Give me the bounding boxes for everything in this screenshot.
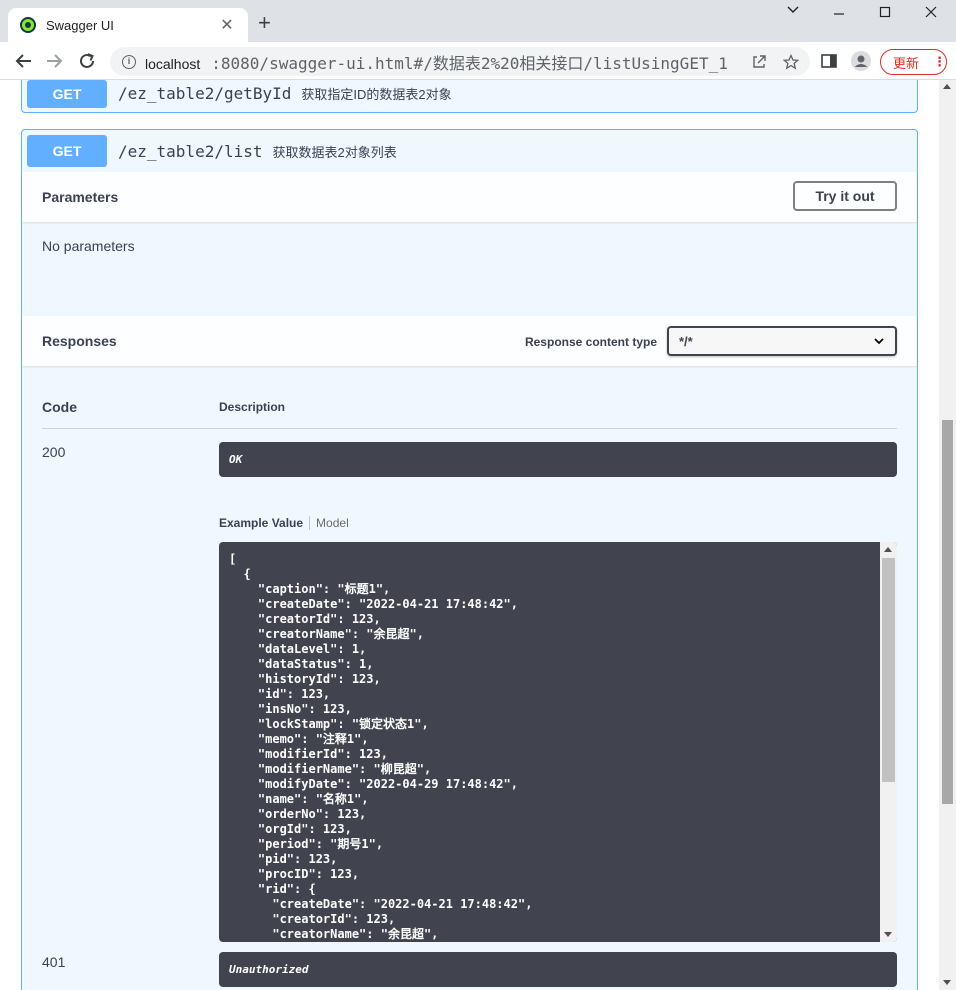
method-badge: GET xyxy=(27,80,107,108)
tab-model[interactable]: Model xyxy=(310,516,349,530)
responses-table: Code Description xyxy=(22,366,917,429)
address-bar[interactable]: i localhost:8080/swagger-ui.html#/数据表2%2… xyxy=(110,47,810,76)
reload-icon[interactable] xyxy=(76,50,98,72)
endpoint-path: /ez_table2/getById xyxy=(118,84,292,103)
back-icon[interactable] xyxy=(12,50,34,72)
scroll-thumb[interactable] xyxy=(882,558,895,782)
no-parameters-text: No parameters xyxy=(42,238,135,254)
profile-avatar-icon[interactable] xyxy=(850,50,872,72)
code-scrollbar[interactable] xyxy=(880,542,897,942)
share-icon[interactable] xyxy=(746,49,772,75)
response-code-200: 200 xyxy=(42,444,66,460)
response-description-401: Unauthorized xyxy=(219,952,897,987)
column-description: Description xyxy=(219,400,286,414)
responses-header: Responses Response content type */* xyxy=(22,316,917,366)
endpoint-path: /ez_table2/list xyxy=(118,141,263,161)
response-description-200: OK xyxy=(219,442,897,477)
parameters-title: Parameters xyxy=(42,189,119,205)
tab-title: Swagger UI xyxy=(46,17,114,33)
swagger-favicon-icon xyxy=(20,17,36,33)
endpoint-summary: 获取指定ID的数据表2对象 xyxy=(301,87,452,102)
tab-example-value[interactable]: Example Value xyxy=(219,516,311,530)
scroll-down-icon[interactable] xyxy=(884,932,892,937)
example-value-code[interactable]: [ { "caption": "标题1", "createDate": "202… xyxy=(219,542,897,942)
forward-icon[interactable] xyxy=(44,50,66,72)
browser-toolbar: i localhost:8080/swagger-ui.html#/数据表2%2… xyxy=(0,42,956,80)
example-model-tabs: Example Value Model xyxy=(219,516,349,530)
minimize-icon[interactable] xyxy=(824,6,854,18)
response-content-type-label: Response content type xyxy=(524,335,657,349)
update-label: 更新 xyxy=(893,55,920,71)
new-tab-icon[interactable]: + xyxy=(258,12,271,34)
scroll-up-icon[interactable] xyxy=(943,84,951,89)
opblock-summary[interactable]: GET /ez_table2/getById 获取指定ID的数据表2对象 xyxy=(22,80,917,114)
url-text[interactable]: localhost:8080/swagger-ui.html#/数据表2%20相… xyxy=(145,50,746,74)
page-viewport: GET /ez_table2/getById 获取指定ID的数据表2对象 GET… xyxy=(0,80,956,990)
maximize-icon[interactable] xyxy=(870,6,900,18)
close-tab-icon[interactable]: ✕ xyxy=(218,15,236,35)
selected-content-type: */* xyxy=(679,333,693,349)
endpoint-summary: 获取数据表2对象列表 xyxy=(272,144,397,160)
responses-title: Responses xyxy=(42,333,117,349)
parameters-header: Parameters Try it out xyxy=(22,172,917,222)
site-info-icon[interactable]: i xyxy=(122,54,136,69)
responses-table-header: Code Description xyxy=(42,366,897,429)
response-code-401: 401 xyxy=(42,954,66,970)
opblock-get-getbyid[interactable]: GET /ez_table2/getById 获取指定ID的数据表2对象 xyxy=(21,80,918,113)
opblock-summary[interactable]: GET /ez_table2/list 获取数据表2对象列表 xyxy=(22,130,917,172)
scroll-down-icon[interactable] xyxy=(943,980,951,985)
scroll-thumb[interactable] xyxy=(942,420,953,804)
column-code: Code xyxy=(42,399,77,415)
example-json: [ { "caption": "标题1", "createDate": "202… xyxy=(229,552,533,941)
update-button[interactable]: 更新 ⋮ xyxy=(880,49,947,75)
method-badge: GET xyxy=(27,135,107,167)
response-content-type-select[interactable]: */* xyxy=(667,326,897,356)
scroll-up-icon[interactable] xyxy=(884,547,892,552)
try-it-out-button[interactable]: Try it out xyxy=(793,181,897,211)
close-window-icon[interactable] xyxy=(916,6,946,18)
browser-tab-bar: Swagger UI ✕ + xyxy=(0,0,956,42)
side-panel-icon[interactable] xyxy=(818,50,840,72)
page-scrollbar[interactable] xyxy=(939,80,956,990)
browser-tab[interactable]: Swagger UI ✕ xyxy=(8,8,248,42)
more-menu-icon[interactable]: ⋮ xyxy=(933,54,946,70)
bookmark-star-icon[interactable] xyxy=(778,49,804,75)
chevron-down-icon xyxy=(873,335,885,350)
tab-search-icon[interactable] xyxy=(778,6,808,14)
